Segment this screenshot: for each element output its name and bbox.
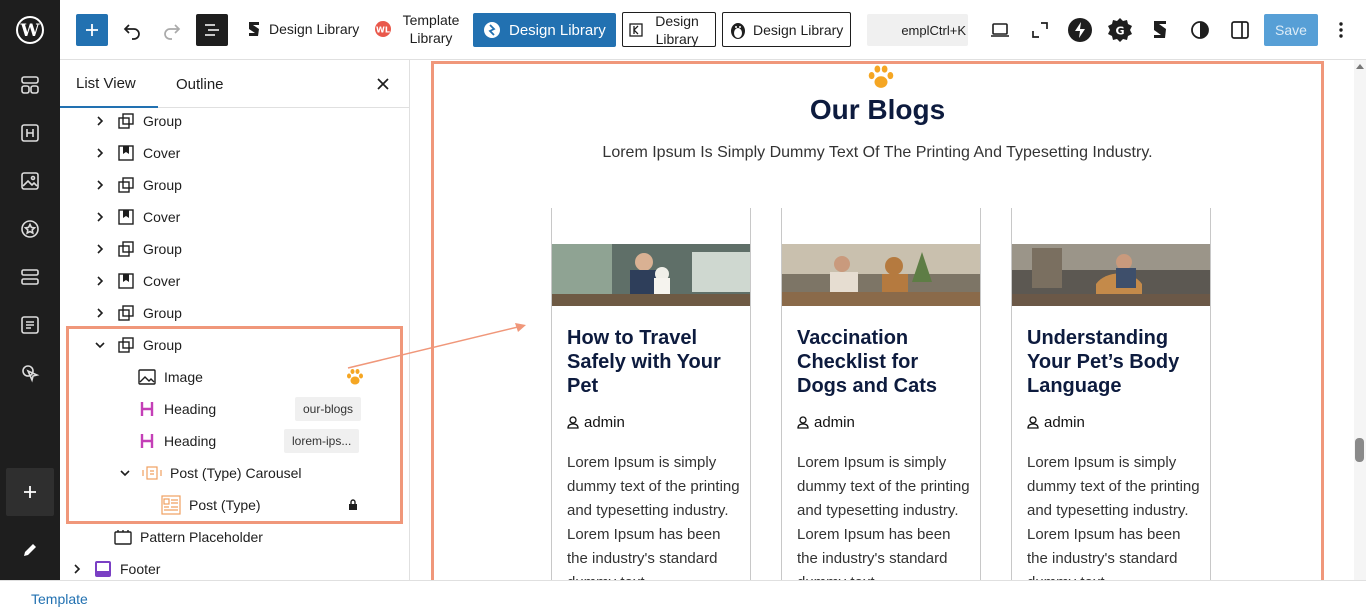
design-library-3-button[interactable]: Design Library (722, 12, 851, 47)
svg-text:W: W (19, 21, 40, 41)
save-label: Save (1275, 22, 1307, 38)
star-badge-icon[interactable] (18, 217, 42, 241)
stackable-settings-icon[interactable] (1151, 19, 1169, 41)
tab-outline-label: Outline (176, 75, 224, 93)
breadcrumb-template[interactable]: Template (31, 591, 88, 607)
kadence-logo-icon (629, 22, 643, 37)
list-item-label: Footer (120, 561, 161, 577)
command-palette-search[interactable]: empl Ctrl+K (867, 14, 968, 46)
heading-block-icon[interactable] (18, 121, 42, 145)
chevron-right-icon[interactable] (70, 562, 84, 576)
list-item-group-2[interactable]: Group (93, 169, 182, 201)
design-library-button-1[interactable]: Design Library (246, 20, 359, 38)
add-block-rail-button[interactable] (6, 468, 54, 516)
list-item-label: Cover (143, 209, 181, 225)
editor-app: W Design Library WL Template Library Des… (0, 0, 1366, 615)
list-item-label: Group (143, 177, 182, 193)
document-overview-button[interactable] (196, 14, 228, 46)
stackable-logo-icon (246, 20, 262, 38)
settings-sidebar-icon[interactable] (1230, 20, 1250, 40)
design-library-blue-label: Design Library (509, 21, 606, 39)
list-item-label: Group (143, 305, 182, 321)
document-icon[interactable] (18, 313, 42, 337)
chevron-right-icon[interactable] (93, 178, 107, 192)
redo-icon[interactable] (162, 20, 182, 40)
chevron-right-icon[interactable] (93, 146, 107, 160)
chevron-right-icon[interactable] (93, 274, 107, 288)
list-item-cover-1[interactable]: Cover (93, 137, 180, 169)
top-toolbar: Design Library WL Template Library Desig… (60, 0, 1366, 60)
options-menu-icon[interactable] (1338, 20, 1344, 40)
canvas-scrollbar[interactable] (1354, 60, 1366, 580)
list-item-label: Pattern Placeholder (140, 529, 263, 545)
list-item-group-4[interactable]: Group (93, 297, 182, 329)
annotation-arrow (347, 323, 526, 369)
contrast-style-icon[interactable] (1190, 20, 1210, 40)
svg-text:WL: WL (376, 26, 390, 35)
layout-icon[interactable] (18, 265, 42, 289)
chevron-right-icon[interactable] (93, 114, 107, 128)
chevron-right-icon[interactable] (93, 210, 107, 224)
gutenverse-gear-icon[interactable]: G (1107, 17, 1133, 43)
block-inserter-button[interactable] (76, 14, 108, 46)
search-text: empl (901, 22, 930, 38)
penguin-logo-icon (729, 20, 747, 40)
footer-icon (94, 560, 112, 578)
media-icon[interactable] (18, 169, 42, 193)
list-item-group-3[interactable]: Group (93, 233, 182, 265)
template-library-button[interactable]: WL Template Library (374, 11, 462, 47)
bolt-plugin-icon[interactable] (1067, 17, 1093, 43)
template-kit-logo-icon: WL (374, 20, 392, 38)
list-item-pattern-placeholder[interactable]: Pattern Placeholder (114, 521, 263, 553)
group-icon (117, 240, 135, 258)
tab-list-view[interactable]: List View (60, 60, 158, 108)
search-shortcut: Ctrl+K (929, 22, 966, 38)
design-library-3-label: Design Library (753, 21, 844, 38)
design-library-box-button[interactable]: Design Library (622, 12, 716, 47)
desktop-preview-icon[interactable] (989, 20, 1011, 40)
tab-outline[interactable]: Outline (176, 60, 224, 108)
edit-pencil-icon[interactable] (18, 538, 42, 562)
list-item-label: Cover (143, 273, 181, 289)
group-icon (117, 112, 135, 130)
list-item-cover-3[interactable]: Cover (93, 265, 180, 297)
chevron-right-icon[interactable] (93, 306, 107, 320)
list-item-group-1[interactable]: Group (93, 105, 182, 137)
design-library-box-label: Design Library (655, 12, 699, 47)
undo-icon[interactable] (122, 20, 142, 40)
status-bar: Template (0, 580, 1366, 615)
list-view-tabs: List View Outline (60, 60, 409, 108)
tab-list-view-label: List View (76, 74, 136, 92)
group-icon (117, 304, 135, 322)
scrollbar-thumb[interactable] (1355, 438, 1364, 462)
list-item-cover-2[interactable]: Cover (93, 201, 180, 233)
chevron-right-icon[interactable] (93, 242, 107, 256)
left-rail: W (0, 0, 60, 580)
scroll-up-arrow-icon[interactable] (1356, 64, 1364, 69)
list-item-label: Group (143, 241, 182, 257)
template-library-label: Template Library (402, 12, 460, 46)
cover-icon (117, 208, 135, 226)
save-button[interactable]: Save (1264, 14, 1318, 46)
cursor-select-icon[interactable] (18, 361, 42, 385)
cover-icon (117, 272, 135, 290)
list-item-label: Cover (143, 145, 181, 161)
group-icon (117, 176, 135, 194)
wordpress-logo-icon[interactable]: W (0, 0, 60, 60)
close-panel-icon[interactable] (376, 60, 390, 108)
list-item-label: Group (143, 113, 182, 129)
design-library-blue-button[interactable]: Design Library (473, 13, 616, 47)
design-library-label-1: Design Library (269, 21, 360, 37)
svg-text:G: G (1115, 25, 1124, 38)
design-library-logo-icon (483, 21, 501, 39)
pattern-icon (114, 528, 132, 546)
fullscreen-icon[interactable] (1030, 20, 1050, 40)
canvas-selection-highlight (431, 61, 1324, 587)
cover-icon (117, 144, 135, 162)
patterns-icon[interactable] (18, 73, 42, 97)
